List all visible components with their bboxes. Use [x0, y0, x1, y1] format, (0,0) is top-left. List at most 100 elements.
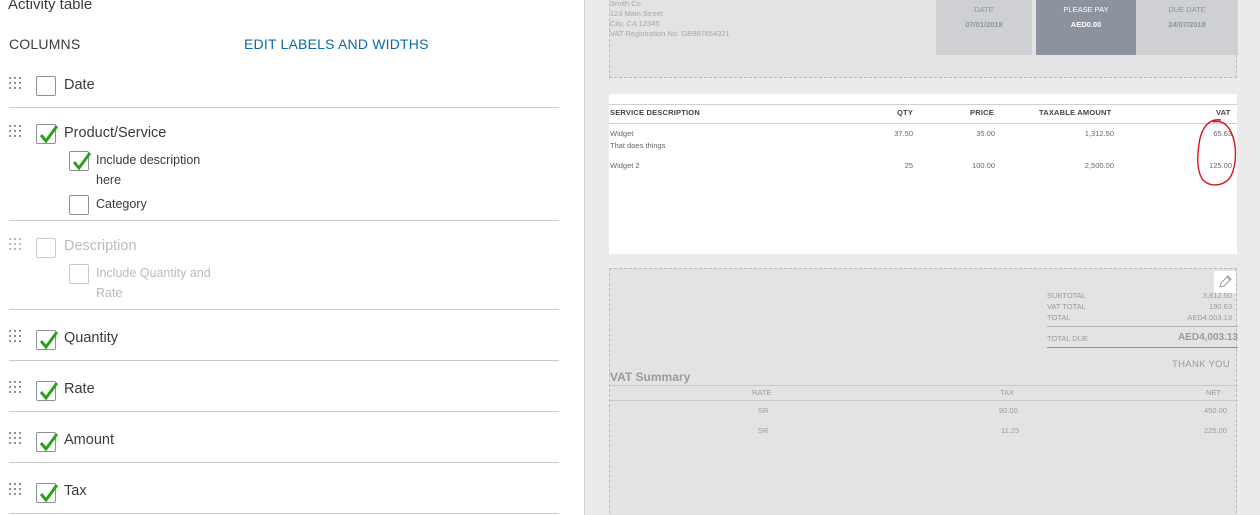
include-quantity-rate-label-cont: Rate	[96, 286, 123, 300]
checkmark-icon	[39, 331, 58, 350]
quantity-checkbox[interactable]	[36, 330, 58, 350]
date-value: 07/01/2018	[965, 20, 1003, 29]
item-taxable-amount: 1,312.50	[1084, 129, 1114, 138]
item-description: Widget	[610, 129, 634, 138]
item-price: 35.00	[976, 129, 995, 138]
divider	[1047, 326, 1238, 327]
col-header-price: PRICE	[970, 108, 994, 117]
vat-row-rate: SR	[758, 426, 769, 435]
drag-handle-icon[interactable]	[9, 381, 22, 394]
line-items-table[interactable]: SERVICE DESCRIPTION QTY PRICE TAXABLE AM…	[609, 94, 1237, 254]
company-street: 123 Main Street	[610, 9, 663, 18]
subtotal-value: 3,812.50	[1202, 291, 1232, 300]
amount-checkbox[interactable]	[36, 432, 58, 452]
category-label: Category	[96, 197, 147, 211]
table-top-rule	[609, 104, 1237, 105]
drag-handle-icon[interactable]	[9, 432, 22, 445]
rate-checkbox[interactable]	[36, 381, 58, 401]
section-title: Activity table	[8, 0, 93, 13]
date-heading: DATE	[974, 5, 994, 14]
vat-col-rate: RATE	[752, 388, 772, 397]
columns-settings-panel: Activity table COLUMNS EDIT LABELS AND W…	[0, 0, 584, 515]
description-label: Description	[64, 238, 137, 254]
product-service-checkbox[interactable]	[36, 124, 58, 144]
quantity-label: Quantity	[64, 330, 118, 346]
include-quantity-rate-checkbox[interactable]	[69, 264, 89, 284]
vat-col-tax: TAX	[1000, 388, 1015, 397]
total-value: AED4,003.13	[1187, 313, 1232, 322]
item-qty: 25	[904, 161, 913, 170]
total-due-value: AED4,003.13	[1177, 332, 1238, 343]
please-pay-block: PLEASE PAY AED0.00	[1036, 0, 1136, 55]
checkmark-icon	[39, 484, 58, 503]
due-date-heading: DUE DATE	[1168, 5, 1206, 14]
divider	[610, 400, 1238, 401]
vat-row-net: 450.00	[1204, 406, 1227, 415]
amount-label: Amount	[64, 432, 114, 448]
divider	[9, 107, 559, 108]
date-label: Date	[64, 77, 95, 93]
item-description: Widget 2	[610, 161, 640, 170]
col-header-qty: QTY	[897, 108, 914, 117]
table-header-rule	[609, 123, 1237, 124]
company-address: Smith Co. 123 Main Street City, CA 12345…	[610, 0, 730, 39]
divider	[610, 385, 1238, 386]
include-quantity-rate-label: Include Quantity and	[96, 266, 211, 280]
due-date-block: DUE DATE 24/07/2018	[1136, 0, 1238, 55]
vat-row-rate: SR	[758, 406, 769, 415]
drag-handle-icon[interactable]	[9, 330, 22, 343]
vat-registration: VAT Registration No. GB987654321	[610, 29, 730, 38]
columns-heading: COLUMNS	[9, 36, 81, 52]
vat-summary-title: VAT Summary	[610, 370, 691, 384]
vat-col-net: NET	[1206, 388, 1221, 397]
total-due-label: TOTAL DUE	[1047, 334, 1089, 343]
divider	[1047, 347, 1238, 348]
edit-labels-widths-link[interactable]: EDIT LABELS AND WIDTHS	[244, 36, 429, 52]
vat-total-label: VAT TOTAL	[1047, 302, 1086, 311]
divider	[9, 220, 559, 221]
item-qty: 37.50	[894, 129, 913, 138]
due-date-value: 24/07/2018	[1168, 20, 1206, 29]
divider	[9, 411, 559, 412]
tax-checkbox[interactable]	[36, 483, 58, 503]
thank-you-text: THANK YOU	[1172, 359, 1230, 370]
date-checkbox[interactable]	[36, 76, 56, 96]
checkmark-icon	[72, 152, 91, 171]
invoice-header[interactable]: Smith Co. 123 Main Street City, CA 12345…	[609, 0, 1238, 78]
company-name: Smith Co.	[610, 0, 643, 8]
drag-handle-icon[interactable]	[9, 483, 22, 496]
drag-handle-icon[interactable]	[9, 77, 22, 90]
date-block: DATE 07/01/2018	[936, 0, 1032, 55]
col-header-description: SERVICE DESCRIPTION	[610, 108, 700, 117]
include-description-label: Include description	[96, 153, 201, 167]
item-price: 100.00	[972, 161, 995, 170]
company-city: City, CA 12345	[610, 19, 660, 28]
col-header-taxable: TAXABLE AMOUNT	[1039, 108, 1112, 117]
vat-total-value: 190.63	[1209, 302, 1232, 311]
total-label: TOTAL	[1047, 313, 1071, 322]
product-service-label: Product/Service	[64, 125, 167, 141]
divider	[9, 309, 559, 310]
include-description-checkbox[interactable]	[69, 151, 91, 171]
invoice-preview: Smith Co. 123 Main Street City, CA 12345…	[585, 0, 1260, 515]
checkmark-icon	[39, 382, 58, 401]
divider	[9, 462, 559, 463]
divider	[9, 360, 559, 361]
subtotal-label: SUBTOTAL	[1047, 291, 1086, 300]
divider	[9, 513, 559, 514]
description-checkbox[interactable]	[36, 238, 56, 258]
edit-pencil-icon[interactable]	[1214, 271, 1236, 293]
category-checkbox[interactable]	[69, 195, 89, 215]
drag-handle-icon[interactable]	[9, 238, 22, 251]
vat-row-tax: 11.25	[1001, 426, 1020, 435]
please-pay-heading: PLEASE PAY	[1063, 5, 1109, 14]
include-description-label-cont: here	[96, 173, 122, 187]
vat-row-tax: 90.00	[999, 406, 1018, 415]
invoice-customization-screen: Activity table COLUMNS EDIT LABELS AND W…	[0, 0, 1260, 515]
please-pay-value: AED0.00	[1070, 20, 1102, 29]
checkmark-icon	[39, 433, 58, 452]
drag-handle-icon[interactable]	[9, 125, 22, 138]
totals-section[interactable]: SUBTOTAL 3,812.50 VAT TOTAL 190.63 TOTAL…	[609, 268, 1238, 515]
vat-row-net: 225.00	[1204, 426, 1227, 435]
item-taxable-amount: 2,500.00	[1084, 161, 1114, 170]
